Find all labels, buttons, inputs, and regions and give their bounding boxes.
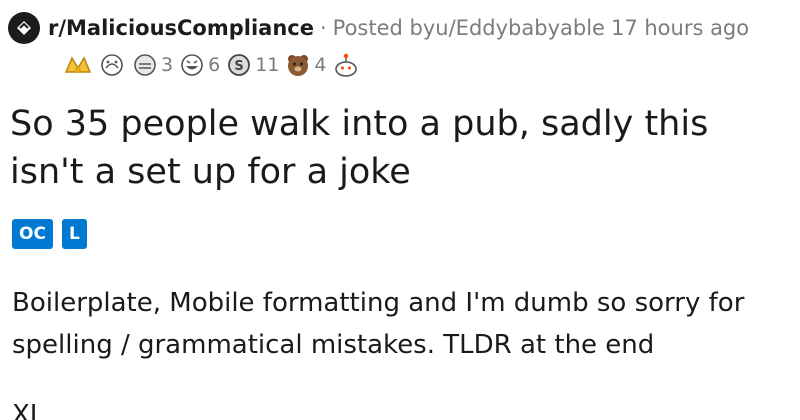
snoo-award-icon [335,53,358,77]
post-flairs: OC L [12,219,96,249]
flair-length[interactable]: L [61,219,87,249]
award-count: 6 [208,54,221,76]
posted-by-label: Posted by [332,16,436,40]
post-title[interactable]: So 35 people walk into a pub, sadly this… [10,100,780,196]
award-silver[interactable]: S 11 [226,52,279,78]
award-snoo[interactable] [332,52,360,78]
subreddit-icon[interactable] [8,12,40,44]
flair-oc[interactable]: OC [12,219,53,249]
meta-separator: · [319,16,327,40]
award-count: 3 [161,54,174,76]
award-hug[interactable]: 3 [132,52,173,78]
award-count: 4 [314,54,327,76]
award-gold-wings[interactable] [64,52,92,78]
laughing-face-award-icon [181,54,203,76]
hug-award-icon [134,54,156,76]
reddit-post: r/MaliciousCompliance · Posted by u/Eddy… [0,0,800,420]
award-laughing-face[interactable]: 6 [179,52,220,78]
wholesome-hug-award-icon [101,54,123,76]
gold-wings-award-icon [64,56,92,73]
post-body-text: Boilerplate, Mobile formatting and I'm d… [12,288,745,360]
award-wholesome-hug[interactable] [98,52,126,78]
awards-row[interactable]: 3 6 S 11 4 [64,48,366,82]
silver-coin-award-icon: S [228,54,251,76]
post-body-next-paragraph: XL [12,400,45,420]
award-count: 11 [255,54,280,76]
bear-award-icon [288,55,309,76]
svg-text:S: S [235,59,244,74]
post-timestamp[interactable]: 17 hours ago [611,16,749,40]
award-bear[interactable]: 4 [285,52,326,78]
post-header: r/MaliciousCompliance · Posted by u/Eddy… [8,10,749,46]
subreddit-link[interactable]: r/MaliciousCompliance [48,16,314,40]
author-link[interactable]: u/Eddybabyable [435,16,605,40]
